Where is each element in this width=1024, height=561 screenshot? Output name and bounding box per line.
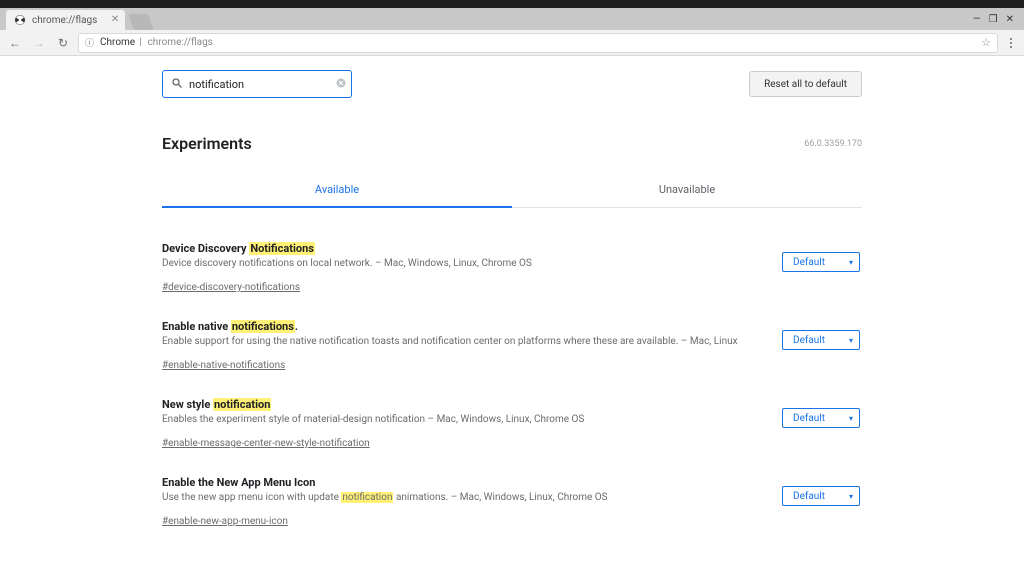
reset-all-button[interactable]: Reset all to default: [749, 71, 862, 97]
flag-anchor-link[interactable]: #device-discovery-notifications: [162, 282, 300, 293]
flag-tabs: Available Unavailable: [162, 175, 862, 208]
flag-row: New style notification Enables the experi…: [162, 384, 862, 462]
window-close-button[interactable]: ✕: [1006, 14, 1014, 25]
flag-title: New style notification: [162, 398, 764, 411]
flag-dropdown[interactable]: Default ▾: [782, 408, 860, 428]
window-controls: — ❐ ✕: [967, 8, 1020, 30]
chevron-down-icon: ▾: [849, 492, 853, 501]
restore-button[interactable]: ❐: [989, 14, 998, 25]
browser-tabstrip: chrome://flags ✕ — ❐ ✕: [0, 8, 1024, 30]
tab-title: chrome://flags: [32, 15, 97, 26]
address-path: chrome://flags: [148, 37, 213, 48]
flag-row: Device Discovery Notifications Device dis…: [162, 228, 862, 306]
browser-menu-button[interactable]: [1004, 38, 1018, 48]
radioactive-icon: [14, 14, 26, 26]
address-bar[interactable]: ⓘ Chrome | chrome://flags ☆: [78, 33, 998, 53]
flag-row: Enable native notifications. Enable suppo…: [162, 306, 862, 384]
flag-anchor-link[interactable]: #enable-new-app-menu-icon: [162, 516, 288, 527]
chevron-down-icon: ▾: [849, 336, 853, 345]
flag-description: Enables the experiment style of material…: [162, 413, 764, 427]
flag-description: Use the new app menu icon with update no…: [162, 491, 764, 505]
flag-row: Enable the New App Menu Icon Use the new …: [162, 462, 862, 540]
flag-title: Device Discovery Notifications: [162, 242, 764, 255]
address-origin: Chrome: [100, 37, 135, 48]
chevron-down-icon: ▾: [849, 414, 853, 423]
forward-button[interactable]: →: [30, 34, 48, 52]
flag-anchor-link[interactable]: #enable-native-notifications: [162, 360, 285, 371]
close-icon[interactable]: ✕: [111, 14, 119, 25]
flag-description: Device discovery notifications on local …: [162, 257, 764, 271]
page-viewport[interactable]: Reset all to default Experiments 66.0.33…: [0, 56, 1024, 561]
chrome-version: 66.0.3359.170: [804, 139, 862, 149]
flag-title: Enable the New App Menu Icon: [162, 476, 764, 489]
clear-search-icon[interactable]: [335, 77, 347, 92]
dropdown-value: Default: [793, 335, 825, 346]
dropdown-value: Default: [793, 257, 825, 268]
tab-available[interactable]: Available: [162, 175, 512, 208]
chevron-down-icon: ▾: [849, 258, 853, 267]
new-tab-button[interactable]: [128, 14, 154, 30]
dropdown-value: Default: [793, 413, 825, 424]
browser-tab[interactable]: chrome://flags ✕: [6, 10, 125, 30]
flag-title: Enable native notifications.: [162, 320, 764, 333]
bookmark-icon[interactable]: ☆: [981, 36, 991, 49]
flag-search-box[interactable]: [162, 70, 352, 98]
minimize-button[interactable]: —: [973, 14, 981, 25]
window-titlebar: [0, 0, 1024, 8]
dropdown-value: Default: [793, 491, 825, 502]
flag-dropdown[interactable]: Default ▾: [782, 330, 860, 350]
flag-search-input[interactable]: [189, 78, 329, 91]
flag-dropdown[interactable]: Default ▾: [782, 486, 860, 506]
flags-list: Device Discovery Notifications Device dis…: [162, 228, 862, 540]
site-info-icon[interactable]: ⓘ: [85, 36, 94, 49]
browser-toolbar: ← → ↻ ⓘ Chrome | chrome://flags ☆: [0, 30, 1024, 56]
flag-dropdown[interactable]: Default ▾: [782, 252, 860, 272]
search-icon: [171, 77, 183, 92]
back-button[interactable]: ←: [6, 34, 24, 52]
reload-button[interactable]: ↻: [54, 34, 72, 52]
tab-unavailable[interactable]: Unavailable: [512, 175, 862, 207]
flag-anchor-link[interactable]: #enable-message-center-new-style-notific…: [162, 438, 370, 449]
flag-description: Enable support for using the native noti…: [162, 335, 764, 349]
page-title: Experiments: [162, 134, 862, 153]
